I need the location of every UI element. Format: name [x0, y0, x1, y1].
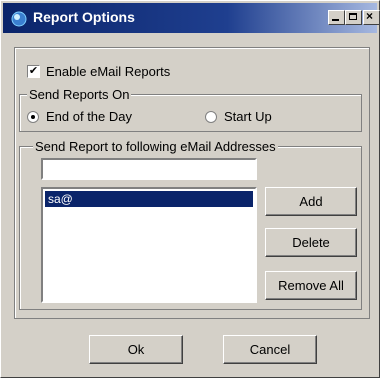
email-list[interactable]: sa@	[41, 187, 257, 303]
maximize-icon	[349, 13, 357, 20]
window-title: Report Options	[33, 9, 135, 25]
cancel-button[interactable]: Cancel	[223, 335, 317, 364]
send-reports-on-legend: Send Reports On	[27, 87, 132, 102]
minimize-icon	[332, 19, 339, 21]
close-icon: ×	[366, 9, 374, 23]
radio-start-up-label: Start Up	[224, 109, 272, 124]
enable-email-checkbox[interactable]: ✔	[27, 65, 40, 78]
radio-end-of-day-label: End of the Day	[46, 109, 132, 124]
close-button[interactable]: ×	[363, 9, 380, 25]
enable-email-label: Enable eMail Reports	[46, 64, 171, 79]
app-icon	[11, 11, 27, 27]
radio-end-of-day[interactable]	[27, 111, 39, 123]
report-options-dialog: Report Options × ✔ Enable eMail Reports …	[0, 0, 380, 378]
radio-start-up[interactable]	[205, 111, 217, 123]
remove-all-button[interactable]: Remove All	[265, 271, 357, 300]
delete-button[interactable]: Delete	[265, 228, 357, 257]
ok-button[interactable]: Ok	[89, 335, 183, 364]
minimize-button[interactable]	[328, 10, 345, 25]
add-button[interactable]: Add	[265, 187, 357, 216]
radio-selected-dot	[31, 115, 35, 119]
list-item[interactable]: sa@	[45, 191, 253, 207]
email-addresses-legend: Send Report to following eMail Addresses	[33, 139, 278, 154]
email-input[interactable]	[41, 158, 257, 180]
maximize-button[interactable]	[345, 10, 362, 25]
title-bar[interactable]: Report Options ×	[3, 3, 380, 33]
check-icon: ✔	[28, 65, 39, 77]
